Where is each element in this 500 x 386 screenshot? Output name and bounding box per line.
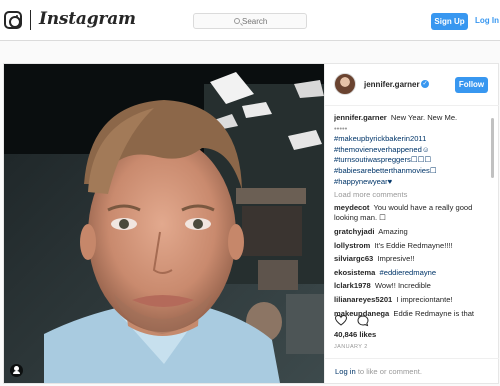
post-sidebar: jennifer.garner ✓ Follow jennifer.garner… bbox=[324, 64, 499, 383]
comment-username[interactable]: lclark1978 bbox=[334, 281, 371, 290]
comment-item: lollystrom It's Eddie Redmayne!!!! bbox=[334, 241, 490, 252]
comment-username[interactable]: lilianareyes5201 bbox=[334, 295, 392, 304]
comment-text: It's Eddie Redmayne!!!! bbox=[374, 240, 453, 250]
instagram-wordmark[interactable]: Instagram bbox=[39, 9, 136, 29]
comment-text: Wow!! Incredible bbox=[374, 281, 431, 291]
avatar[interactable] bbox=[334, 73, 356, 95]
likes-count[interactable]: 40,846 likes bbox=[334, 330, 376, 339]
hashtag[interactable]: #babiesarebetterthanmovies☐ bbox=[334, 166, 490, 177]
login-prompt: Log in to like or comment. bbox=[325, 358, 499, 383]
comment-icon[interactable] bbox=[357, 315, 369, 327]
login-prompt-text: to like or comment. bbox=[355, 367, 422, 376]
comments-scrollbar[interactable] bbox=[490, 112, 495, 368]
post-header: jennifer.garner ✓ Follow bbox=[325, 64, 499, 106]
comment-text: Amazing bbox=[378, 226, 408, 236]
sign-up-button[interactable]: Sign Up bbox=[431, 13, 468, 30]
comment-item: lilianareyes5201 I impreciontante! bbox=[334, 295, 490, 306]
comment-username[interactable]: ekosistema bbox=[334, 268, 375, 277]
follow-button[interactable]: Follow bbox=[455, 77, 488, 93]
hashtag[interactable]: #happynewyear♥ bbox=[334, 177, 490, 188]
comment-username[interactable]: meydecot bbox=[334, 203, 369, 212]
comment-username[interactable]: gratchyjadi bbox=[334, 227, 375, 236]
caption-text: New Year. New Me. bbox=[390, 113, 458, 122]
scrollbar-thumb[interactable] bbox=[491, 118, 494, 178]
post-date: JANUARY 2 bbox=[334, 344, 368, 350]
verified-icon: ✓ bbox=[421, 80, 429, 88]
comment-item: ekosistema #eddieredmayne bbox=[334, 268, 490, 279]
log-in-link[interactable]: Log In bbox=[475, 16, 499, 25]
comment-text: I impreciontante! bbox=[396, 294, 453, 304]
comment-item: gratchyjadi Amazing bbox=[334, 227, 490, 238]
user-tag-icon[interactable] bbox=[10, 364, 23, 377]
top-navigation-bar: Instagram Sign Up Log In bbox=[0, 0, 500, 41]
search-box[interactable] bbox=[193, 13, 307, 29]
comment-username[interactable]: silviargc63 bbox=[334, 254, 373, 263]
hashtag[interactable]: #makeupbyrickbakerin2011 bbox=[334, 134, 490, 145]
post-card: jennifer.garner ✓ Follow jennifer.garner… bbox=[3, 63, 499, 384]
search-icon bbox=[234, 18, 240, 24]
portrait-image bbox=[4, 64, 324, 383]
comment-text: Impresive!! bbox=[377, 254, 415, 264]
login-prompt-link[interactable]: Log in bbox=[335, 367, 356, 376]
comment-item: silviargc63 Impresive!! bbox=[334, 254, 490, 265]
comment-text[interactable]: #eddieredmayne bbox=[380, 268, 437, 277]
load-more-comments-link[interactable]: Load more comments bbox=[334, 190, 490, 201]
hashtag[interactable]: #themovieneverhappened☺ bbox=[334, 145, 490, 156]
caption: jennifer.garner New Year. New Me. ••••• … bbox=[334, 113, 490, 187]
logo-divider bbox=[30, 10, 31, 30]
heart-icon[interactable] bbox=[335, 315, 347, 326]
search-input[interactable] bbox=[242, 15, 302, 27]
comment-item: lclark1978 Wow!! Incredible bbox=[334, 281, 490, 292]
hashtag[interactable]: #turnsoutiwaspreggers☐☐☐ bbox=[334, 155, 490, 166]
post-photo[interactable] bbox=[4, 64, 324, 383]
instagram-logo-icon[interactable] bbox=[4, 11, 22, 29]
comment-text: Eddie Redmayne is that bbox=[393, 308, 475, 318]
caption-username[interactable]: jennifer.garner bbox=[334, 113, 387, 122]
comment-username[interactable]: lollystrom bbox=[334, 241, 370, 250]
author-username[interactable]: jennifer.garner bbox=[364, 80, 420, 89]
caption-dots: ••••• bbox=[334, 123, 348, 133]
comment-item: meydecot You would have a really good lo… bbox=[334, 203, 490, 224]
